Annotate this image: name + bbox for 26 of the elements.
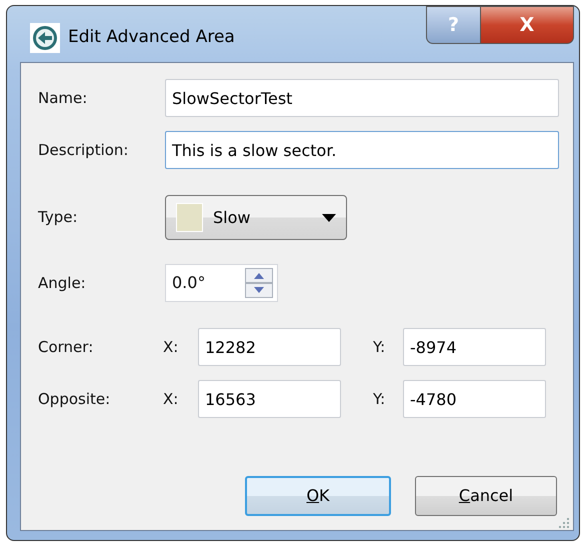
field-label: Angle:	[38, 272, 87, 294]
text-field[interactable]: SlowSectorTest	[165, 79, 559, 117]
ok-button[interactable]: OK	[245, 476, 391, 516]
caret-icon	[322, 214, 336, 222]
window-title: Edit Advanced Area	[68, 26, 235, 49]
coordinate-field[interactable]: 16563	[198, 380, 341, 418]
axis-label: X:	[163, 388, 180, 410]
axis-label: X:	[163, 336, 180, 358]
coordinate-field[interactable]: -4780	[403, 380, 546, 418]
field-label: Type:	[38, 207, 79, 228]
spin-arrows-icon[interactable]	[245, 268, 273, 298]
resize-grip-icon[interactable]	[558, 517, 570, 529]
coordinate-field[interactable]: 12282	[198, 328, 341, 366]
cancel-button[interactable]: Cancel	[415, 476, 557, 516]
field-label: Name:	[38, 88, 88, 109]
spin-box[interactable]: 0.0°	[165, 264, 278, 302]
close-button[interactable]: X	[481, 6, 574, 44]
field-label: Corner:	[38, 336, 94, 358]
axis-label: Y:	[373, 388, 386, 410]
text-field[interactable]: This is a slow sector.	[165, 131, 559, 169]
field-label: Opposite:	[38, 388, 112, 410]
axis-label: Y:	[373, 336, 386, 358]
field-label: Description:	[38, 140, 130, 161]
type-dropdown[interactable]: Slow	[165, 195, 347, 240]
coordinate-field[interactable]: -8974	[403, 328, 546, 366]
app-icon	[30, 23, 60, 53]
